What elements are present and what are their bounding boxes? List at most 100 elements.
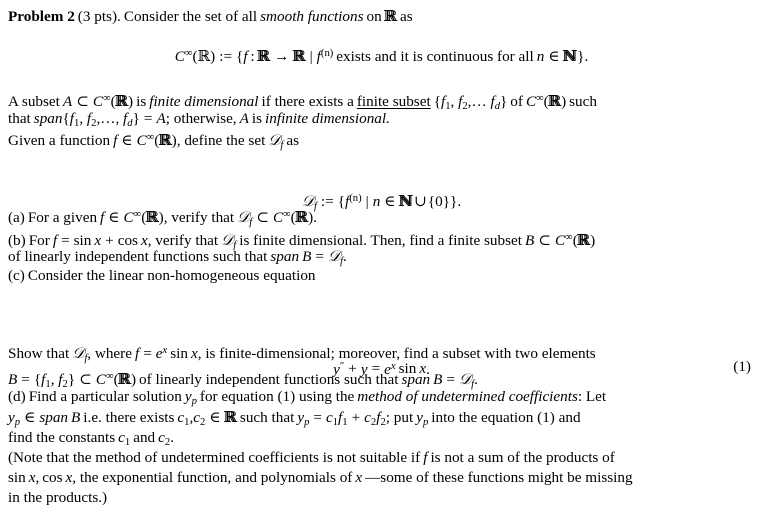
item-d-yp4: y	[416, 409, 423, 426]
item-b-text-1: For	[28, 231, 50, 249]
show-eq2: =	[21, 370, 30, 388]
def-A3: A	[239, 110, 249, 127]
item-d-span-word: span	[39, 409, 69, 426]
problem-points: (3 pts).	[77, 8, 121, 25]
item-b-eq: =	[61, 231, 70, 249]
show-text-2: , where	[87, 344, 132, 362]
item-d-label: (d)	[8, 388, 26, 405]
item-a-script-D-sub: f	[249, 216, 253, 228]
item-b-label: (b)	[8, 231, 26, 249]
item-d-yp2: y	[8, 409, 15, 426]
show-B: B	[8, 370, 18, 388]
item-b-script-D2: 𝒟	[327, 248, 341, 265]
def-text-3: if there exists a	[261, 92, 354, 110]
item-b-eq2: =	[315, 248, 324, 265]
item-d-text-7a: into the equation (1) and	[431, 409, 581, 426]
eq1-naturals-N: ℕ	[562, 47, 577, 67]
item-c-text: Consider the linear non-homogeneous equa…	[27, 267, 316, 284]
problem-label: Problem 2	[8, 8, 75, 25]
note-text-3: , the exponential function, and polynomi…	[72, 469, 353, 486]
item-d-yp: y	[184, 388, 192, 405]
eq2-f-sup: (n)	[349, 192, 362, 204]
def-span-word: span	[33, 110, 63, 127]
note-f: f	[423, 449, 428, 466]
finite-subset-underlined: finite subset	[356, 92, 431, 110]
infinite-dimensional-emphasis: infinite dimensional.	[265, 110, 390, 127]
show-e: e	[155, 344, 163, 362]
show-R: ℝ	[117, 371, 131, 390]
note-text-last: in the products.)	[8, 489, 108, 506]
note-text-1: (Note that the method of undetermined co…	[8, 449, 421, 466]
item-d-in: ∈	[24, 409, 36, 426]
show-span-word: span	[401, 370, 431, 388]
finite-dimensional-emphasis: finite dimensional	[149, 92, 259, 110]
eq1-domain-R: ℝ	[256, 47, 270, 67]
def-text-7: is	[251, 110, 263, 127]
intro-text-c: as	[400, 8, 413, 25]
def-inf-sup: ∞	[103, 93, 111, 104]
def-script-D: 𝒟	[268, 131, 281, 149]
item-d-c2b: c	[158, 429, 165, 446]
note-comma: ,	[35, 469, 40, 486]
item-b-f: f	[52, 231, 58, 249]
item-d-yp4-sub: p	[422, 416, 429, 428]
def-Cinf3: C	[136, 131, 147, 149]
note-paragraph-line3: in the products.)	[8, 489, 755, 508]
def-Cinf2: C	[525, 92, 537, 110]
item-b-subset: ⊂	[538, 231, 551, 249]
def-text-8: Given a function	[8, 131, 111, 149]
eq1-codomain-R: ℝ	[292, 47, 306, 67]
item-d-c1b: c	[118, 429, 125, 446]
show-paragraph-line1: Show that 𝒟f, where f = ex sin x, is finite-di…	[8, 344, 596, 364]
item-d-and: and	[133, 429, 156, 446]
item-d-c2: c	[193, 409, 201, 426]
item-d-text-7b: find the constants	[8, 429, 116, 446]
show-f: f	[134, 344, 140, 362]
definition-paragraph-line3: Given a functionf∈C∞(ℝ), define the set𝒟…	[8, 129, 755, 155]
def-R3: ℝ	[158, 132, 172, 151]
def-R2: ℝ	[547, 93, 561, 112]
show-text-3: , is finite-dimensional; moreover, find …	[197, 344, 596, 362]
item-d-in2: ∈	[209, 409, 221, 426]
intro-text-a: Consider the set of all	[123, 8, 258, 25]
document-page: Problem 2 (3 pts). Consider the set of all…	[0, 0, 763, 518]
item-c-label: (c)	[8, 267, 25, 284]
show-script-D2: 𝒟	[459, 370, 472, 388]
def-R1: ℝ	[114, 93, 128, 112]
item-b-B2: B	[302, 248, 312, 265]
item-b-period: .	[343, 248, 347, 265]
item-a-script-D: 𝒟	[237, 208, 250, 226]
show-eq3: =	[446, 370, 455, 388]
show-e-exponent: x	[162, 345, 168, 356]
item-d-text-5: such that	[239, 409, 295, 426]
note-paragraph-line2: sin x, cos x, the exponential function, and…	[8, 469, 633, 486]
display-equation-smooth-def: C∞(ℝ):={f:ℝ→ℝ|f(n)exists and it is conti…	[8, 44, 755, 67]
def-A: A	[62, 92, 73, 110]
intro-text-b: on	[366, 8, 382, 25]
def-script-D-sub: f	[280, 139, 284, 151]
note-x: x	[355, 469, 363, 486]
item-d-yp2-sub: p	[14, 416, 21, 428]
show-period: .	[474, 370, 478, 388]
eq1-fn-order-sup: (n)	[320, 48, 334, 59]
item-a-text-3: .	[313, 208, 317, 226]
eq1-assign: :=	[219, 47, 233, 65]
item-a-label: (a)	[8, 208, 25, 226]
def-text-4: of	[510, 92, 523, 110]
eq1-colon: :	[250, 47, 255, 65]
item-b-script-D: 𝒟	[221, 231, 234, 249]
item-d-eq: =	[313, 409, 322, 426]
def-semicolon-text: ; otherwise,	[165, 110, 237, 127]
note-dash-text: —some of these functions might be missin…	[365, 469, 633, 486]
eq1-f: f	[243, 47, 248, 65]
eq1-R-arg: (ℝ)	[192, 47, 216, 65]
show-text-4: of linearly independent functions such t…	[139, 370, 399, 388]
eq1-period: .	[584, 47, 589, 65]
note-text-2: is not a sum of the products of	[430, 449, 615, 466]
def-text-5: such	[569, 92, 597, 110]
item-d-B: B	[71, 409, 81, 426]
def-text-2: is	[136, 92, 147, 110]
eq1-condition-text: exists and it is continuous for all	[336, 47, 534, 65]
show-subset: ⊂	[79, 370, 92, 388]
item-a-Cinf2: C	[272, 208, 284, 226]
